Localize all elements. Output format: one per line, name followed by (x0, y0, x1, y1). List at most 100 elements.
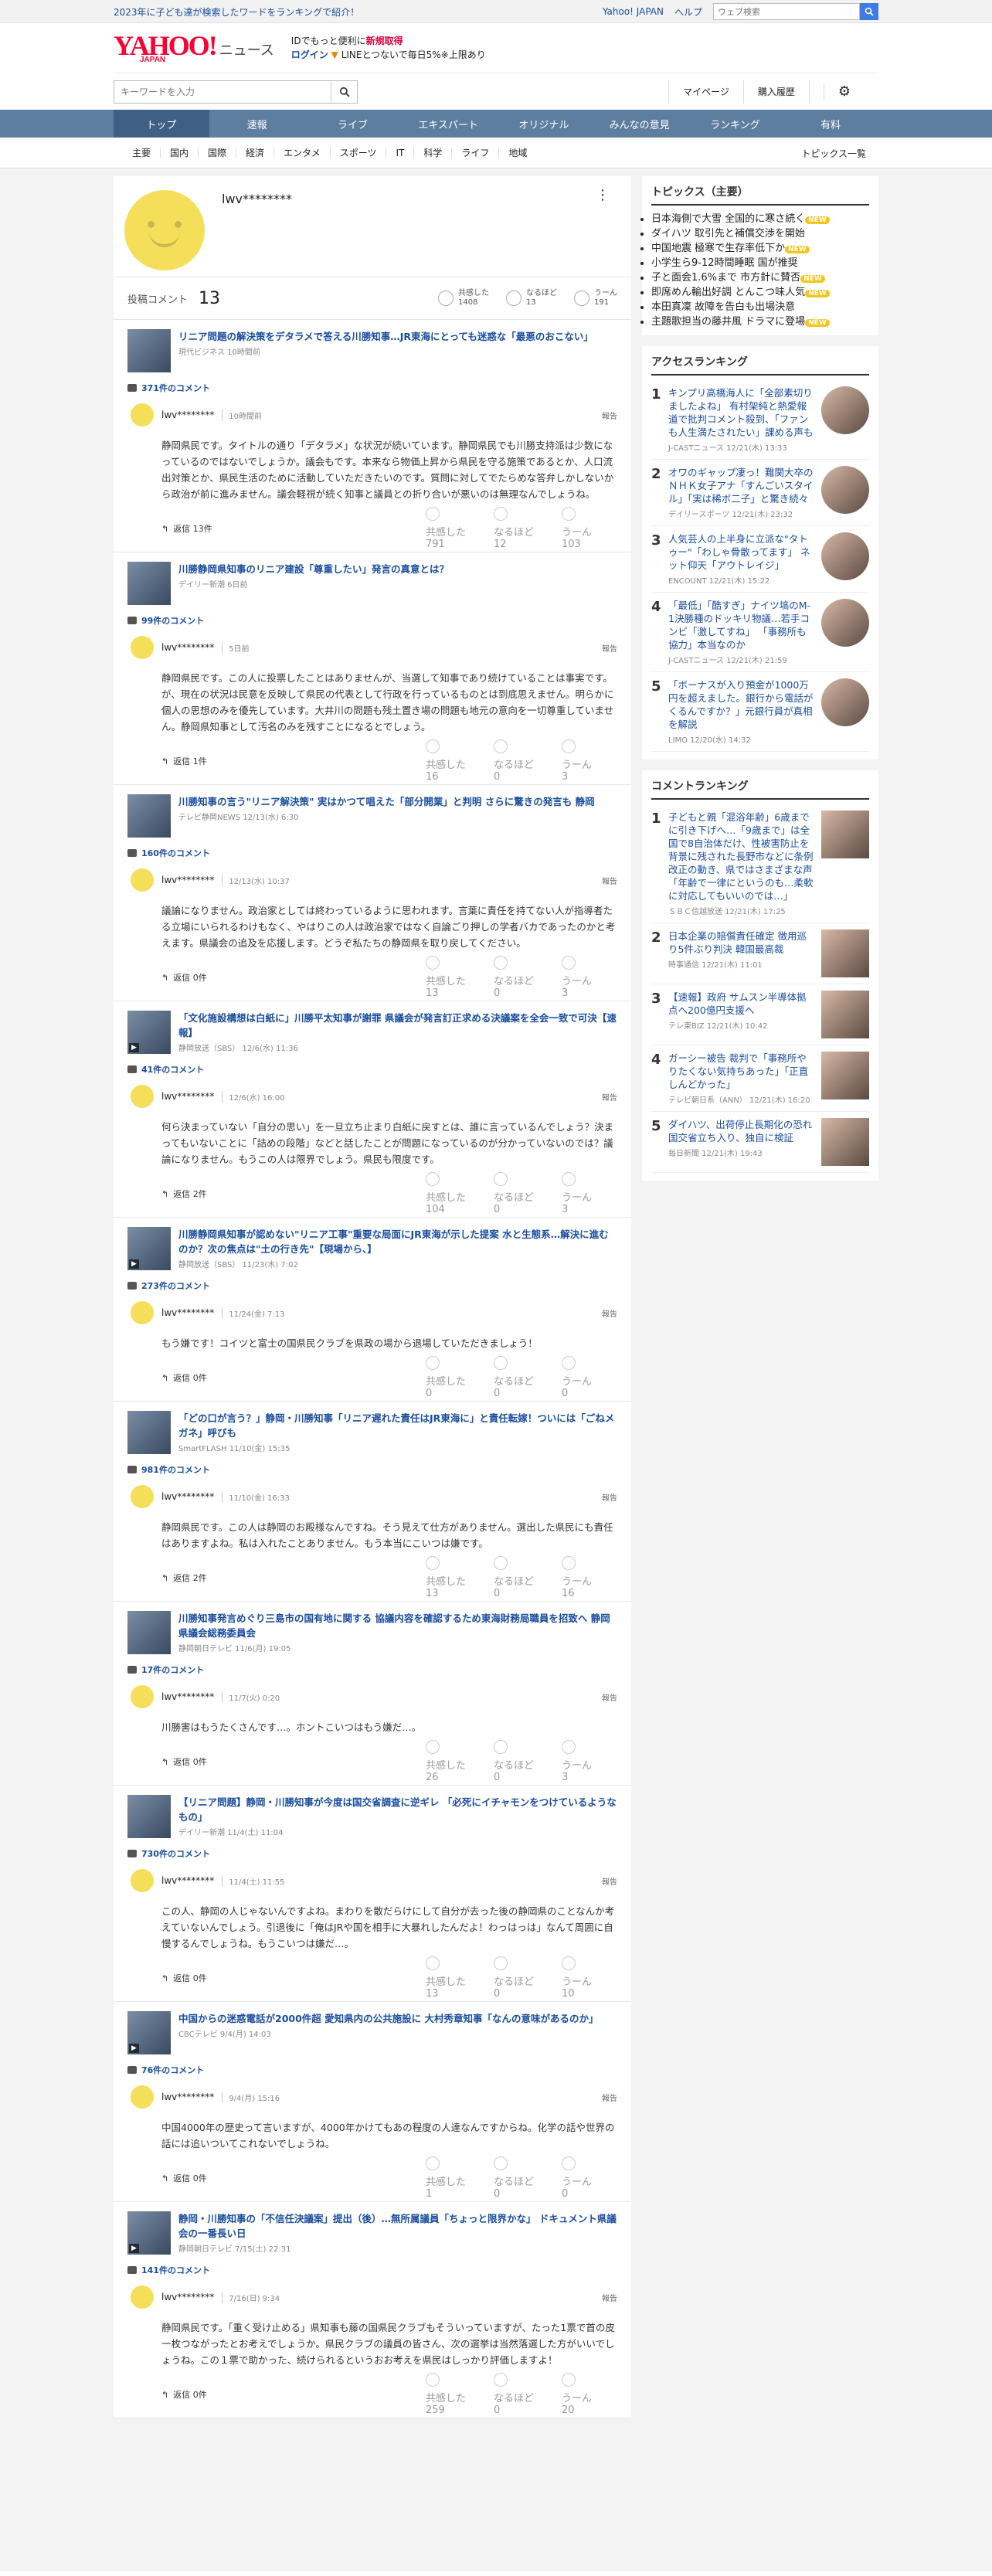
comment-count-link[interactable]: 99件のコメント (127, 614, 617, 627)
naruhodo-button[interactable]: なるほど 0 (494, 1956, 549, 2000)
ranking-title[interactable]: 子どもと親「混浴年齢」6歳までに引き下げへ…「9歳まで」は全国で8自治体だけ、性… (668, 811, 815, 902)
article-thumbnail[interactable] (127, 2011, 171, 2054)
uun-button[interactable]: うーん 3 (562, 1172, 617, 1215)
comment-count-link[interactable]: 76件のコメント (127, 2064, 617, 2076)
article-link[interactable]: 中国からの迷惑電話が2000件超 愛知県内の公共施設に 大村秀章知事「なんの意味… (127, 2011, 617, 2054)
cat-sports[interactable]: スポーツ (329, 148, 386, 158)
purchase-history-link[interactable]: 購入履歴 (742, 80, 809, 104)
ranking-title[interactable]: キンプリ高橋海人に「全部素切りましたよね」 有村架純と熱愛報道で批判コメント殺到… (668, 386, 815, 439)
report-button[interactable]: 報告 (602, 410, 617, 421)
ranking-item[interactable]: 2 オワのギャップ凄っ！難関大卒のＮＨＫ女子アナ「すんごいスタイル」「実は稀ボ二子… (651, 460, 869, 526)
article-title[interactable]: 【リニア問題】静岡・川勝知事が今度は国交省調査に逆ギレ 「必死にイチャモンをつけ… (178, 1795, 617, 1824)
settings-button[interactable]: ⚙ (808, 80, 878, 104)
uun-button[interactable]: うーん 103 (562, 507, 617, 550)
uun-button[interactable]: うーん 0 (562, 2156, 617, 2200)
yahoo-logo[interactable]: YAHOO! ニュース JAPAN (114, 32, 274, 64)
article-title[interactable]: 川勝静岡県知事が認めない"リニア工事"重要な局面にJR東海が示した提案 水と生態… (178, 1227, 617, 1256)
cat-entertainment[interactable]: エンタメ (273, 148, 330, 158)
uun-button[interactable]: うーん 3 (562, 956, 617, 999)
gnav-live[interactable]: ライブ (305, 110, 401, 138)
more-menu-button[interactable]: ⋮ (596, 189, 610, 202)
empathy-button[interactable]: 共感した 13 (426, 1956, 481, 2000)
article-title[interactable]: 川勝知事発言めぐり三島市の国有地に関する 協議内容を確認するため東海財務局職員を… (178, 1611, 617, 1640)
topic-item[interactable]: 本田真凜 故障を告白も出場決意 (651, 298, 869, 313)
naruhodo-button[interactable]: なるほど 0 (494, 739, 549, 783)
ranking-item[interactable]: 5 「ボーナスが入り預金が1000万円を超えました。銀行から電話がくるんですか？」… (651, 672, 869, 752)
comment-count-link[interactable]: 141件のコメント (127, 2264, 617, 2276)
empathy-button[interactable]: 共感した 13 (426, 956, 481, 999)
ranking-item[interactable]: 1 子どもと親「混浴年齢」6歳までに引き下げへ…「9歳まで」は全国で8自治体だけ、… (651, 804, 869, 923)
article-title[interactable]: 川勝知事の言う"リニア解決策" 実はかつて唱えた「部分開業」と判明 さらに驚きの… (178, 794, 595, 809)
topic-item[interactable]: ダイハツ 取引先と補償交渉を開始 (651, 225, 869, 240)
article-thumbnail[interactable] (127, 329, 171, 372)
gnav-original[interactable]: オリジナル (496, 110, 592, 138)
reply-button[interactable]: ↰ 返信 0件 (161, 2172, 207, 2184)
ranking-title[interactable]: 「最低」「酷すぎ」ナイツ塙のM-1決勝種のドッキリ物議…若手コンビ「激してすね」… (668, 599, 815, 651)
report-button[interactable]: 報告 (602, 2292, 617, 2303)
article-title[interactable]: 中国からの迷惑電話が2000件超 愛知県内の公共施設に 大村秀章知事「なんの意味… (178, 2011, 599, 2026)
comment-count-link[interactable]: 730件のコメント (127, 1847, 617, 1860)
article-link[interactable]: 「どの口が言う？」静岡・川勝知事「リニア遅れた責任はJR東海に」と責任転嫁！つい… (127, 1411, 617, 1454)
ranking-item[interactable]: 3 人気芸人の上半身に立派な"タトゥー"「わしゃ骨散ってます」 ネット仰天「アウト… (651, 526, 869, 593)
ranking-item[interactable]: 3 【速報】政府 サムスン半導体拠点へ200億円支援へ テレ東BIZ 12/21(木… (651, 984, 869, 1045)
empathy-button[interactable]: 共感した 26 (426, 1740, 481, 1783)
ranking-item[interactable]: 1 キンプリ高橋海人に「全部素切りましたよね」 有村架純と熱愛報道で批判コメント殺… (651, 380, 869, 460)
cat-domestic[interactable]: 国内 (160, 148, 198, 158)
line-link[interactable]: LINEとつないで毎日5%※上限あり (341, 49, 486, 60)
signup-link[interactable]: 新規取得 (366, 36, 403, 46)
empathy-button[interactable]: 共感した 104 (426, 1172, 481, 1215)
cat-local[interactable]: 地域 (498, 148, 536, 158)
topic-item[interactable]: 日本海側で大雪 全国的に寒さ続くNEW (651, 210, 869, 225)
report-button[interactable]: 報告 (602, 1875, 617, 1887)
report-button[interactable]: 報告 (602, 2092, 617, 2103)
keyword-input[interactable] (114, 80, 331, 103)
report-button[interactable]: 報告 (602, 1307, 617, 1319)
cat-it[interactable]: IT (386, 148, 413, 158)
comment-count-link[interactable]: 41件のコメント (127, 1063, 617, 1076)
uun-button[interactable]: うーん 0 (562, 1356, 617, 1399)
naruhodo-button[interactable]: なるほど 0 (494, 1740, 549, 1783)
gnav-paid[interactable]: 有料 (783, 110, 878, 138)
ranking-item[interactable]: 4 「最低」「酷すぎ」ナイツ塙のM-1決勝種のドッキリ物議…若手コンビ「激してすね… (651, 593, 869, 672)
login-link[interactable]: ログイン (291, 49, 328, 60)
cat-life[interactable]: ライフ (451, 148, 498, 158)
web-search-input[interactable] (713, 3, 860, 20)
comment-count-link[interactable]: 273件のコメント (127, 1280, 617, 1292)
article-thumbnail[interactable] (127, 1011, 171, 1054)
reply-button[interactable]: ↰ 返信 13件 (161, 522, 212, 535)
cat-main[interactable]: 主要 (114, 148, 160, 158)
article-title[interactable]: 「どの口が言う？」静岡・川勝知事「リニア遅れた責任はJR東海に」と責任転嫁！つい… (178, 1411, 617, 1440)
naruhodo-button[interactable]: なるほど 0 (494, 1556, 549, 1599)
ranking-item[interactable]: 4 ガーシー被告 裁判で「事務所やりたくない気持ちあった」「正直しんどかった」 テレ… (651, 1045, 869, 1112)
topic-item[interactable]: 小学生ら9-12時間睡眠 国が推奨 (651, 254, 869, 269)
ranking-item[interactable]: 5 ダイハツ、出荷停止長期化の恐れ 国交省立ち入り、独自に検証 毎日新聞 12/21… (651, 1112, 869, 1173)
naruhodo-button[interactable]: なるほど 0 (494, 1172, 549, 1215)
help-link[interactable]: ヘルプ (674, 5, 702, 19)
cat-world[interactable]: 国際 (198, 148, 236, 158)
article-link[interactable]: 川勝知事発言めぐり三島市の国有地に関する 協議内容を確認するため東海財務局職員を… (127, 1611, 617, 1654)
gnav-opinion[interactable]: みんなの意見 (592, 110, 688, 138)
reply-button[interactable]: ↰ 返信 2件 (161, 1188, 207, 1200)
article-link[interactable]: リニア問題の解決策をデタラメで答える川勝知事…JR東海にとっても迷惑な「最悪のお… (127, 329, 617, 372)
topics-list-link[interactable]: トピックス一覧 (801, 147, 878, 160)
article-link[interactable]: 静岡・川勝知事の「不信任決議案」提出（後）…無所属議員「ちょっと限界かな」 ドキ… (127, 2211, 617, 2255)
ranking-title[interactable]: 「ボーナスが入り預金が1000万円を超えました。銀行から電話がくるんですか？」元… (668, 678, 815, 731)
ranking-item[interactable]: 2 日本企業の賠償責任確定 徴用巡り5件ぶり判決 韓国最高裁 時事通信 12/21(… (651, 923, 869, 984)
article-thumbnail[interactable] (127, 1227, 171, 1270)
yahoo-japan-link[interactable]: Yahoo! JAPAN (603, 6, 664, 17)
article-thumbnail[interactable] (127, 562, 171, 605)
reply-button[interactable]: ↰ 返信 0件 (161, 1371, 207, 1384)
comment-count-link[interactable]: 981件のコメント (127, 1463, 617, 1476)
article-thumbnail[interactable] (127, 1411, 171, 1454)
comment-count-link[interactable]: 17件のコメント (127, 1664, 617, 1676)
article-title[interactable]: 「文化施設構想は白紙に」川勝平太知事が謝罪 県議会が発言訂正求める決議案を全会一… (178, 1011, 617, 1040)
article-thumbnail[interactable] (127, 2211, 171, 2255)
comment-count-link[interactable]: 371件のコメント (127, 382, 617, 394)
empathy-button[interactable]: 共感した 259 (426, 2373, 481, 2416)
cat-business[interactable]: 経済 (236, 148, 273, 158)
uun-button[interactable]: うーん 3 (562, 739, 617, 783)
article-link[interactable]: 川勝知事の言う"リニア解決策" 実はかつて唱えた「部分開業」と判明 さらに驚きの… (127, 794, 617, 838)
uun-button[interactable]: うーん 20 (562, 2373, 617, 2416)
ranking-title[interactable]: 日本企業の賠償責任確定 徴用巡り5件ぶり判決 韓国最高裁 (668, 929, 815, 956)
ranking-title[interactable]: 人気芸人の上半身に立派な"タトゥー"「わしゃ骨散ってます」 ネット仰天「アウトレ… (668, 532, 815, 572)
